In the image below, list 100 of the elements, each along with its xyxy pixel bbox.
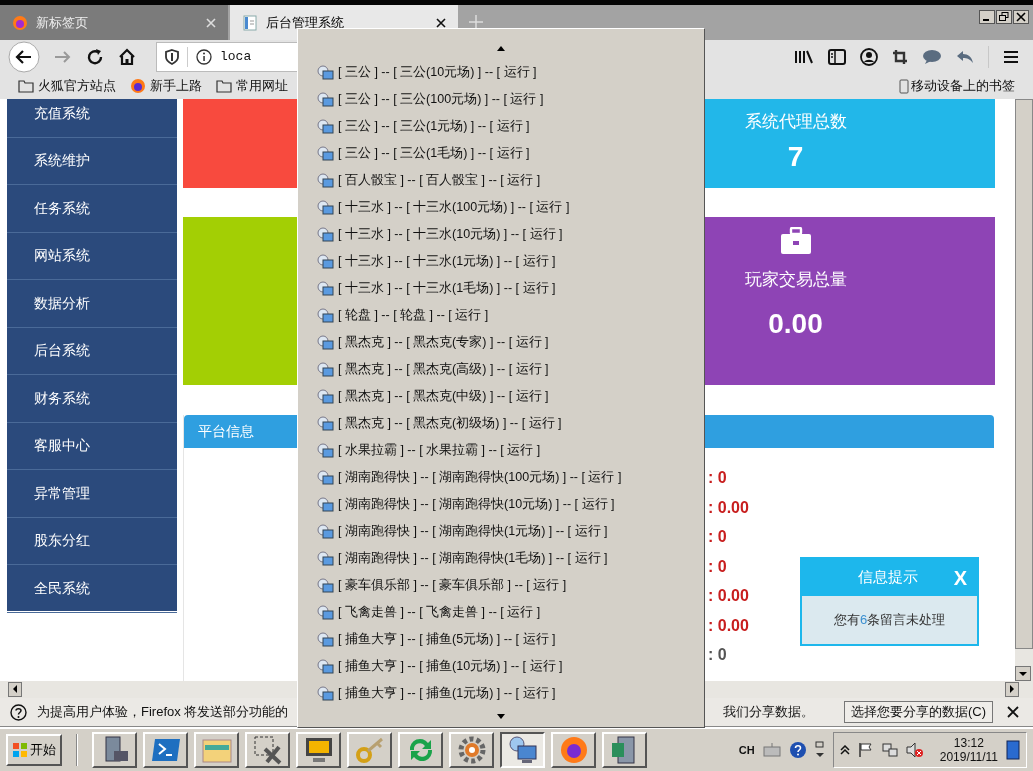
home-icon[interactable] (118, 47, 136, 66)
mobile-bookmarks-item[interactable]: 移动设备上的书签 (899, 76, 1015, 96)
library-icon[interactable] (794, 48, 814, 65)
game-room-item[interactable]: [ 捕鱼大亨 ] -- [ 捕鱼(1元场) ] -- [ 运行 ] (298, 680, 704, 707)
sidebar-item[interactable]: 财务系统 (7, 375, 177, 423)
game-room-item[interactable]: [ 十三水 ] -- [ 十三水(1元场) ] -- [ 运行 ] (298, 248, 704, 275)
tab-title: 新标签页 (36, 13, 89, 32)
sidebar-item[interactable]: 异常管理 (7, 470, 177, 518)
game-room-item[interactable]: [ 飞禽走兽 ] -- [ 飞禽走兽 ] -- [ 运行 ] (298, 599, 704, 626)
browser-tab[interactable]: 新标签页 (0, 5, 228, 40)
game-room-item[interactable]: [ 百人骰宝 ] -- [ 百人骰宝 ] -- [ 运行 ] (298, 167, 704, 194)
scroll-right-icon[interactable] (1005, 682, 1019, 697)
network-computer-icon (317, 469, 334, 486)
network-computer-icon (317, 604, 334, 621)
close-icon[interactable] (1013, 10, 1029, 24)
scroll-down-icon[interactable] (1015, 666, 1031, 681)
sidebar-item[interactable]: 数据分析 (7, 280, 177, 328)
crop-icon[interactable] (892, 48, 908, 65)
flag-icon[interactable] (857, 742, 874, 758)
game-room-item[interactable]: [ 轮盘 ] -- [ 轮盘 ] -- [ 运行 ] (298, 302, 704, 329)
sidebar-item[interactable]: 后台系统 (7, 327, 177, 375)
game-room-item[interactable]: [ 黑杰克 ] -- [ 黑杰克(高级) ] -- [ 运行 ] (298, 356, 704, 383)
minimize-icon[interactable] (979, 10, 995, 24)
card-value: 7 (787, 140, 804, 175)
bookmark-item[interactable]: 火狐官方站点 (18, 76, 116, 96)
sidebar-item[interactable]: 股东分红 (7, 517, 177, 565)
game-room-item[interactable]: [ 十三水 ] -- [ 十三水(1毛场) ] -- [ 运行 ] (298, 275, 704, 302)
popup-title: 信息提示 (856, 567, 919, 588)
sidebar-item[interactable]: 网站系统 (7, 232, 177, 280)
speaker-muted-icon[interactable] (905, 742, 924, 758)
window-menu-icon[interactable] (814, 741, 825, 759)
taskbar-app-button[interactable] (500, 732, 545, 768)
firefox-icon (130, 78, 146, 94)
vertical-scrollbar[interactable] (1015, 99, 1033, 681)
game-room-item[interactable]: [ 十三水 ] -- [ 十三水(10元场) ] -- [ 运行 ] (298, 221, 704, 248)
network-computer-icon (507, 735, 538, 765)
card-value: 0.00 (768, 306, 823, 341)
reload-icon[interactable] (86, 47, 104, 66)
card-label: 系统代理总数 (744, 110, 847, 133)
menu-icon[interactable] (1003, 49, 1019, 64)
network-icon[interactable] (881, 742, 898, 758)
back-icon[interactable] (8, 40, 40, 73)
gear-icon (456, 735, 487, 765)
close-icon[interactable] (436, 17, 446, 28)
folder-icon (18, 79, 34, 93)
network-computer-icon (317, 145, 334, 162)
game-room-item[interactable]: [ 湖南跑得快 ] -- [ 湖南跑得快(1元场) ] -- [ 运行 ] (298, 518, 704, 545)
game-room-item[interactable]: [ 黑杰克 ] -- [ 黑杰克(专家) ] -- [ 运行 ] (298, 329, 704, 356)
game-room-item[interactable]: [ 捕鱼大亨 ] -- [ 捕鱼(10元场) ] -- [ 运行 ] (298, 653, 704, 680)
sidebar-item[interactable]: 客服中心 (7, 422, 177, 470)
page-icon (242, 14, 258, 31)
stat-value: : 0 (708, 468, 727, 487)
game-room-item[interactable]: [ 湖南跑得快 ] -- [ 湖南跑得快(100元场) ] -- [ 运行 ] (298, 464, 704, 491)
restore-icon[interactable] (996, 10, 1012, 24)
sidebar-item[interactable]: 全民系统 (7, 565, 177, 613)
sidebar-item[interactable]: 系统维护 (7, 137, 177, 185)
expand-tray-icon[interactable] (839, 745, 850, 755)
help-icon[interactable] (788, 741, 807, 759)
tab-title: 后台管理系统 (266, 13, 345, 32)
game-room-item[interactable]: [ 三公 ] -- [ 三公(1毛场) ] -- [ 运行 ] (298, 140, 704, 167)
bookmark-item[interactable]: 常用网址 (216, 76, 288, 96)
sidebar-icon[interactable] (828, 48, 846, 65)
stat-value: : 0 (708, 527, 727, 546)
close-icon[interactable] (1007, 706, 1019, 718)
game-room-item[interactable]: [ 十三水 ] -- [ 十三水(100元场) ] -- [ 运行 ] (298, 194, 704, 221)
shield-icon (165, 48, 179, 65)
network-computer-icon (317, 226, 334, 243)
scroll-up-icon[interactable] (497, 46, 505, 51)
network-computer-icon (317, 172, 334, 189)
clock-time: 13:12 (953, 736, 984, 750)
scroll-down-icon[interactable] (497, 714, 505, 719)
game-room-item[interactable]: [ 黑杰克 ] -- [ 黑杰克(中级) ] -- [ 运行 ] (298, 383, 704, 410)
undo-icon[interactable] (956, 48, 974, 65)
windows-logo-icon (12, 742, 28, 758)
game-room-item[interactable]: [ 湖南跑得快 ] -- [ 湖南跑得快(10元场) ] -- [ 运行 ] (298, 491, 704, 518)
game-room-item[interactable]: [ 三公 ] -- [ 三公(10元场) ] -- [ 运行 ] (298, 59, 704, 86)
sidebar-item[interactable]: 任务系统 (7, 185, 177, 233)
network-computer-icon (317, 91, 334, 108)
clock-date: 2019/11/11 (939, 750, 998, 764)
bookmark-item[interactable]: 新手上路 (130, 76, 202, 96)
stat-value: : 0.00 (708, 586, 749, 605)
game-room-item[interactable]: [ 豪车俱乐部 ] -- [ 豪车俱乐部 ] -- [ 运行 ] (298, 572, 704, 599)
scroll-left-icon[interactable] (8, 682, 22, 697)
game-room-item[interactable]: [ 捕鱼大亨 ] -- [ 捕鱼(5元场) ] -- [ 运行 ] (298, 626, 704, 653)
game-room-item[interactable]: [ 三公 ] -- [ 三公(1元场) ] -- [ 运行 ] (298, 113, 704, 140)
game-room-item[interactable]: [ 湖南跑得快 ] -- [ 湖南跑得快(1毛场) ] -- [ 运行 ] (298, 545, 704, 572)
chat-bubble-icon[interactable] (922, 48, 942, 65)
monitor-icon (303, 736, 334, 764)
help-icon (10, 703, 27, 721)
network-computer-icon (317, 361, 334, 378)
start-button[interactable]: 开始 (6, 734, 62, 766)
sidebar-item[interactable]: 充值系统 (7, 99, 177, 138)
stat-value: : 0 (708, 645, 727, 664)
info-icon[interactable] (196, 48, 212, 65)
language-indicator[interactable]: CH (738, 741, 755, 759)
share-data-button[interactable]: 选择您要分享的数据(C) (843, 701, 993, 723)
network-computer-icon (317, 577, 334, 594)
game-room-item[interactable]: [ 三公 ] -- [ 三公(100元场) ] -- [ 运行 ] (298, 86, 704, 113)
terminal-icon (150, 737, 181, 763)
account-icon[interactable] (860, 47, 878, 66)
